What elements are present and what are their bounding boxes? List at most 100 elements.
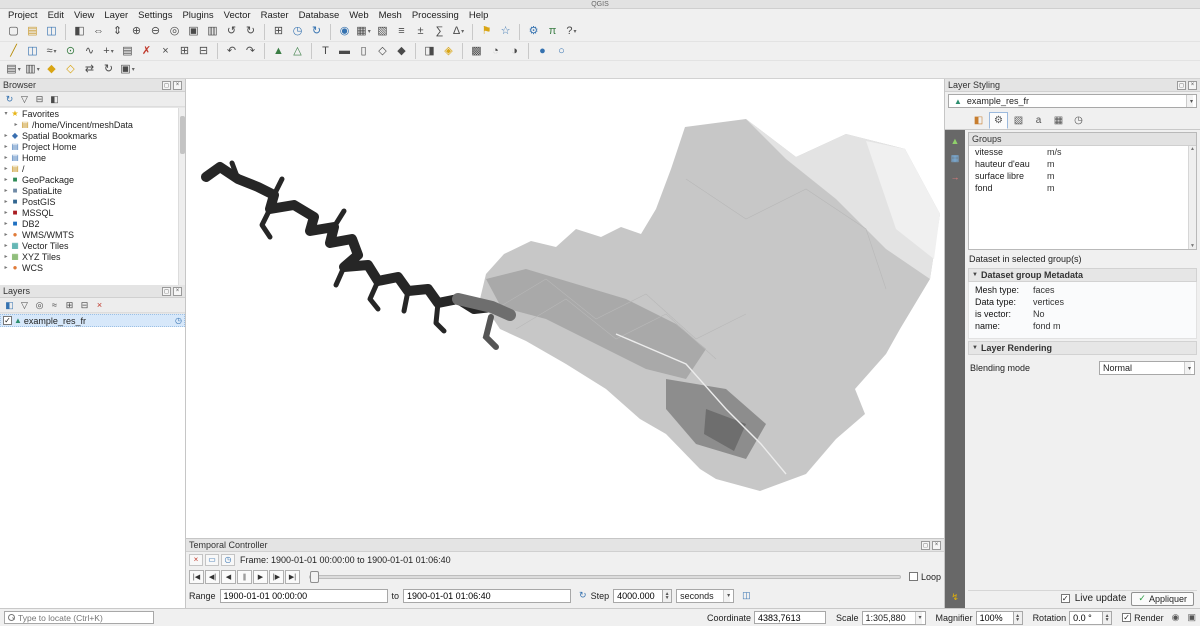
project-save-icon[interactable]: ◫ <box>42 24 61 40</box>
layer-labeling-options-icon[interactable]: ▤ <box>4 62 23 78</box>
digitize-with-segment-icon[interactable]: ≈ <box>42 43 61 59</box>
histogram-stretch-icon[interactable]: ◔ <box>486 43 505 59</box>
menu-item[interactable]: Processing <box>407 10 464 21</box>
browser-item[interactable]: ▸ ■ GeoPackage <box>0 174 185 185</box>
scrollbar-thumb[interactable] <box>180 116 185 154</box>
play-backward-button[interactable]: ◀ <box>221 570 236 584</box>
menu-item[interactable]: Raster <box>256 10 294 21</box>
browser-item[interactable]: ▸ ■ MSSQL <box>0 207 185 218</box>
menu-item[interactable]: Settings <box>133 10 177 21</box>
step-unit-combo[interactable]: seconds ▾ <box>676 589 734 603</box>
rendering-section-header[interactable]: ▼ Layer Rendering <box>968 341 1197 355</box>
collapse-all-icon[interactable]: ⊟ <box>32 93 47 106</box>
manage-map-themes-icon[interactable]: ◎ <box>32 299 47 312</box>
undock-icon[interactable]: ◻ <box>1177 81 1186 90</box>
properties-widget-icon[interactable]: ◧ <box>47 93 62 106</box>
zoom-in-icon[interactable]: ⊕ <box>127 24 146 40</box>
temporal-off-icon[interactable]: × <box>189 554 203 566</box>
refresh-map-icon[interactable]: ↻ <box>307 24 326 40</box>
magnifier-input[interactable] <box>976 611 1014 625</box>
browser-item[interactable]: ▸ ■ SpatiaLite <box>0 185 185 196</box>
messages-icon[interactable]: ▣ <box>1187 612 1196 623</box>
paste-features-icon[interactable]: ⊟ <box>194 43 213 59</box>
raster-toolbar-icon[interactable]: ▩ <box>462 43 486 59</box>
deselect-features-icon[interactable]: ▧ <box>373 24 392 40</box>
project-new-icon[interactable]: ▢ <box>4 24 23 40</box>
menu-item[interactable]: Help <box>464 10 494 21</box>
menu-item[interactable]: Layer <box>99 10 133 21</box>
fixed-range-icon[interactable]: ▭ <box>205 554 219 566</box>
menu-item[interactable]: Project <box>3 10 43 21</box>
undock-icon[interactable]: ◻ <box>162 81 171 90</box>
step-value-input[interactable] <box>613 589 663 603</box>
expander-icon[interactable]: ▸ <box>2 165 10 172</box>
animated-navigation-icon[interactable]: ◷ <box>221 554 235 566</box>
browser-scrollbar[interactable] <box>178 108 185 285</box>
temporal-badge-icon[interactable]: ◷ <box>175 316 182 325</box>
mesh-transform-icon[interactable]: △ <box>288 43 307 59</box>
pause-button[interactable]: ∥ <box>237 570 252 584</box>
toggle-editing-icon[interactable]: ╱ <box>4 43 23 59</box>
layer-select-combo[interactable]: ▲ example_res_fr ▾ <box>948 94 1197 108</box>
browser-item[interactable]: ▸ ▤ / <box>0 163 185 174</box>
menu-item[interactable]: View <box>69 10 99 21</box>
rotation-input[interactable] <box>1069 611 1103 625</box>
browser-item[interactable]: ▸ ■ PostGIS <box>0 196 185 207</box>
zoom-last-icon[interactable]: ↺ <box>222 24 241 40</box>
expander-icon[interactable]: ▸ <box>2 220 10 227</box>
menu-item[interactable]: Plugins <box>177 10 218 21</box>
expander-icon[interactable]: ▸ <box>2 198 10 205</box>
label-pin-icon[interactable]: ◈ <box>439 43 458 59</box>
browser-item[interactable]: ▾ ★ Favorites <box>0 108 185 119</box>
dataset-group-row[interactable]: vitesse m/s <box>969 146 1196 158</box>
export-animation-icon[interactable]: ◫ <box>742 590 751 601</box>
new-map-view-icon[interactable]: ⊞ <box>264 24 288 40</box>
undock-icon[interactable]: ◻ <box>921 541 930 550</box>
undock-icon[interactable]: ◻ <box>162 287 171 296</box>
text-annotation-icon[interactable]: ▬ <box>335 43 354 59</box>
browser-item[interactable]: ▸ ● WMS/WMTS <box>0 229 185 240</box>
range-start-input[interactable] <box>220 589 388 603</box>
vertex-tool-icon[interactable]: + <box>99 43 118 59</box>
change-label-icon[interactable]: ▣ <box>118 62 137 78</box>
close-icon[interactable]: × <box>173 81 182 90</box>
expander-icon[interactable]: ▸ <box>2 176 10 183</box>
close-icon[interactable]: × <box>932 541 941 550</box>
browser-item[interactable]: ▸ ▦ XYZ Tiles <box>0 251 185 262</box>
browser-item[interactable]: ▸ ▤ /home/Vincent/meshData <box>0 119 185 130</box>
modify-attributes-icon[interactable]: ▤ <box>118 43 137 59</box>
frame-forward-button[interactable]: |▶ <box>269 570 284 584</box>
expander-icon[interactable]: ▸ <box>12 121 20 128</box>
mesh-contours-tab[interactable]: ▦ <box>948 152 962 165</box>
dataset-group-row[interactable]: fond m <box>969 182 1196 194</box>
blending-combo[interactable]: Normal ▾ <box>1099 361 1195 375</box>
delete-selected-icon[interactable]: ✗ <box>137 43 156 59</box>
zoom-full-icon[interactable]: ◎ <box>165 24 184 40</box>
refresh-range-icon[interactable]: ↻ <box>579 590 587 601</box>
crs-badge-icon[interactable]: ◉ <box>1172 612 1180 623</box>
metadata-section-header[interactable]: ▼ Dataset group Metadata <box>968 268 1197 282</box>
groups-scrollbar[interactable]: ▲▼ <box>1188 146 1196 249</box>
close-icon[interactable]: × <box>1188 81 1197 90</box>
filter-by-expression-icon[interactable]: ≈ <box>47 299 62 312</box>
style-manager-icon[interactable]: ◧ <box>65 24 89 40</box>
cut-features-icon[interactable]: × <box>156 43 175 59</box>
dataset-group-row[interactable]: hauteur d'eau m <box>969 158 1196 170</box>
expander-icon[interactable]: ▸ <box>2 143 10 150</box>
browser-item[interactable]: ▸ ◆ Spatial Bookmarks <box>0 130 185 141</box>
locator-input[interactable] <box>18 613 150 623</box>
menu-item[interactable]: Edit <box>43 10 69 21</box>
close-icon[interactable]: × <box>173 287 182 296</box>
browser-item[interactable]: ▸ ▤ Home <box>0 152 185 163</box>
mesh-symbology-general-tab[interactable]: ▲ <box>948 134 962 147</box>
annotation-toolbar-icon[interactable]: T <box>311 43 335 59</box>
add-line-feature-icon[interactable]: ∿ <box>80 43 99 59</box>
labels-tab[interactable]: a <box>1029 112 1048 129</box>
new-bookmark-icon[interactable]: ⚑ <box>472 24 496 40</box>
move-label-icon[interactable]: ⇄ <box>80 62 99 78</box>
map-canvas[interactable] <box>186 79 944 538</box>
pan-map-icon[interactable]: ⇔ <box>89 24 108 40</box>
svg-annotation-icon[interactable]: ◆ <box>392 43 411 59</box>
expander-icon[interactable]: ▸ <box>2 231 10 238</box>
menu-item[interactable]: Vector <box>219 10 256 21</box>
